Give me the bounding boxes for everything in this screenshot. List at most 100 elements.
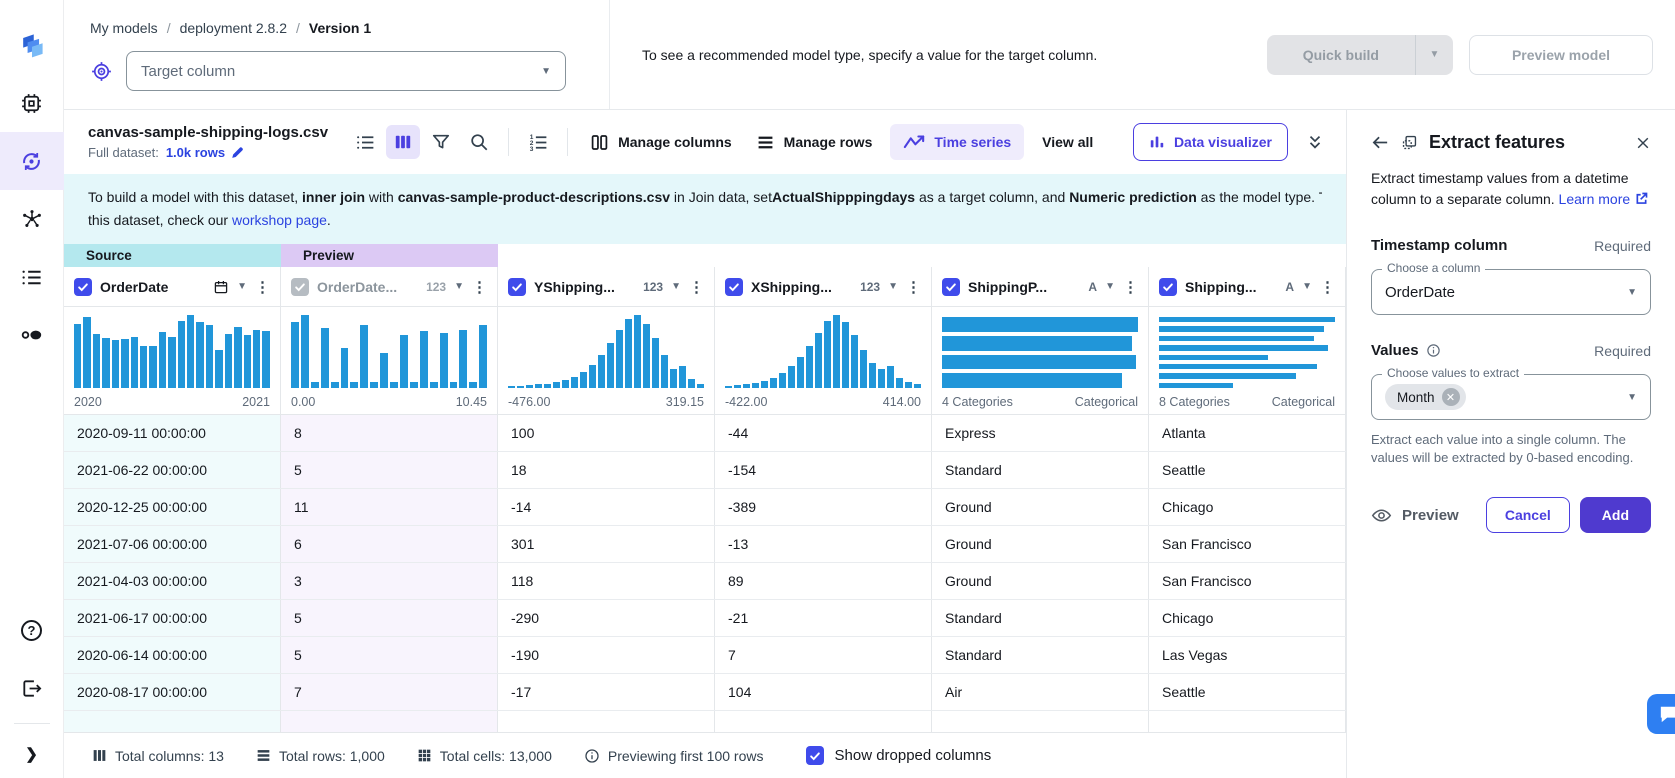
close-button[interactable]: [1635, 135, 1651, 151]
chevron-right-icon: ❯: [25, 745, 38, 763]
column-header[interactable]: OrderDate▼⋮: [64, 267, 281, 306]
histogram-bar: [625, 319, 632, 388]
column-view-button[interactable]: [386, 125, 420, 159]
learn-more-link[interactable]: Learn more: [1559, 191, 1634, 207]
kebab-menu-icon[interactable]: ⋮: [1123, 278, 1138, 296]
sidebar-item-datasets[interactable]: [0, 74, 64, 132]
remove-chip-icon[interactable]: ✕: [1442, 388, 1460, 406]
pencil-icon[interactable]: [230, 145, 245, 160]
histogram-bar: [734, 385, 741, 388]
data-visualizer-button[interactable]: Data visualizer: [1133, 123, 1288, 161]
column-header[interactable]: Shipping...A▼⋮: [1149, 267, 1346, 306]
histogram-bar: [643, 324, 650, 388]
group-header-row: Source Preview: [64, 244, 1346, 267]
column-checkbox[interactable]: [942, 278, 960, 296]
column-histogram: 20202021: [64, 307, 281, 414]
column-checkbox[interactable]: [1159, 278, 1177, 296]
histogram-bar: [253, 330, 260, 388]
sidebar-item-help[interactable]: ?: [0, 601, 64, 659]
values-select[interactable]: Choose values to extract Month ✕ ▼: [1371, 374, 1651, 420]
view-all-label: View all: [1042, 134, 1093, 150]
table-cell: [715, 711, 932, 732]
preview-toggle[interactable]: Preview: [1371, 507, 1459, 524]
sidebar-item-models[interactable]: [0, 132, 64, 190]
column-checkbox[interactable]: [725, 278, 743, 296]
sidebar-expand-button[interactable]: ❯: [0, 730, 64, 778]
add-button[interactable]: Add: [1580, 497, 1651, 533]
time-series-button[interactable]: Time series: [890, 124, 1024, 160]
timestamp-section-header: Timestamp column Required: [1371, 237, 1651, 254]
column-checkbox[interactable]: [291, 278, 309, 296]
chevron-down-icon[interactable]: ▼: [1302, 281, 1312, 292]
sidebar-item-automations[interactable]: [0, 190, 64, 248]
preview-model-button[interactable]: Preview model: [1469, 35, 1653, 75]
table-cell: 104: [715, 674, 932, 710]
column-checkbox[interactable]: [74, 278, 92, 296]
histogram-bar: [508, 386, 515, 388]
view-all-button[interactable]: View all: [1032, 124, 1103, 160]
chevron-down-icon[interactable]: ▼: [454, 281, 464, 292]
histogram-labels: 4 CategoriesCategorical: [942, 395, 1138, 409]
histogram-bars: [291, 315, 487, 388]
show-dropped-columns-toggle[interactable]: Show dropped columns: [806, 746, 992, 765]
rows-count-link[interactable]: 1.0k rows: [166, 145, 245, 160]
full-dataset-label: Full dataset:: [88, 145, 159, 160]
column-histogram: 8 CategoriesCategorical: [1149, 307, 1346, 414]
chevron-down-icon[interactable]: ▼: [237, 281, 247, 292]
kebab-menu-icon[interactable]: ⋮: [1320, 278, 1335, 296]
timestamp-column-select[interactable]: Choose a column OrderDate ▼: [1371, 269, 1651, 315]
table-cell: 11: [281, 489, 498, 525]
chevron-down-icon[interactable]: ▼: [1105, 281, 1115, 292]
chevron-down-icon[interactable]: ▼: [888, 281, 898, 292]
kebab-menu-icon[interactable]: ⋮: [689, 278, 704, 296]
checkbox-checked[interactable]: [806, 746, 824, 765]
quick-build-dropdown[interactable]: ▼: [1415, 35, 1453, 75]
column-header[interactable]: OrderDate...123▼⋮: [281, 267, 498, 306]
table-cell: 6: [281, 526, 498, 562]
column-header[interactable]: ShippingP...A▼⋮: [932, 267, 1149, 306]
hub-icon: [21, 208, 43, 230]
breadcrumb-separator: /: [296, 20, 300, 36]
filter-button[interactable]: [424, 125, 458, 159]
sidebar-item-deployments[interactable]: [0, 306, 64, 364]
back-button[interactable]: [1371, 133, 1390, 152]
histogram-bar: [851, 335, 858, 388]
manage-rows-button[interactable]: Manage rows: [746, 124, 883, 160]
table-cell: -290: [498, 600, 715, 636]
ordered-list-button[interactable]: 1 2 3: [521, 125, 555, 159]
kebab-menu-icon[interactable]: ⋮: [906, 278, 921, 296]
cancel-button[interactable]: Cancel: [1486, 497, 1570, 533]
workshop-page-link[interactable]: workshop page: [232, 212, 327, 228]
column-header[interactable]: YShipping...123▼⋮: [498, 267, 715, 306]
chat-widget-button[interactable]: [1647, 694, 1675, 734]
breadcrumb-my-models[interactable]: My models: [90, 20, 158, 36]
table-row: 2021-04-03 00:00:00311889GroundSan Franc…: [64, 563, 1346, 600]
histogram-bars: [508, 315, 704, 388]
histogram-bar: [905, 382, 912, 388]
sidebar-item-list[interactable]: [0, 248, 64, 306]
external-link-icon[interactable]: [1634, 191, 1649, 206]
target-column-select[interactable]: Target column ▼: [126, 51, 566, 91]
sidebar-item-logout[interactable]: [0, 659, 64, 717]
kebab-menu-icon[interactable]: ⋮: [255, 278, 270, 296]
breadcrumb-deployment[interactable]: deployment 2.8.2: [180, 20, 287, 36]
info-icon[interactable]: [1426, 343, 1441, 358]
collapse-button[interactable]: [1298, 125, 1332, 159]
histogram-bar: [833, 315, 840, 388]
column-header[interactable]: XShipping...123▼⋮: [715, 267, 932, 306]
category-bar: [1159, 383, 1233, 388]
list-view-button[interactable]: [348, 125, 382, 159]
timestamp-column-label: Timestamp column: [1371, 237, 1507, 254]
chevron-down-icon[interactable]: ▼: [671, 281, 681, 292]
table-cell: [64, 711, 281, 732]
column-checkbox[interactable]: [508, 278, 526, 296]
quick-build-button[interactable]: Quick build ▼: [1267, 35, 1453, 75]
histogram-bar: [102, 338, 109, 388]
table-cell: 89: [715, 563, 932, 599]
list-icon: [20, 266, 43, 289]
category-bar: [1159, 317, 1335, 322]
kebab-menu-icon[interactable]: ⋮: [472, 278, 487, 296]
manage-columns-button[interactable]: Manage columns: [580, 124, 742, 160]
check-icon: [511, 281, 523, 293]
search-button[interactable]: [462, 125, 496, 159]
